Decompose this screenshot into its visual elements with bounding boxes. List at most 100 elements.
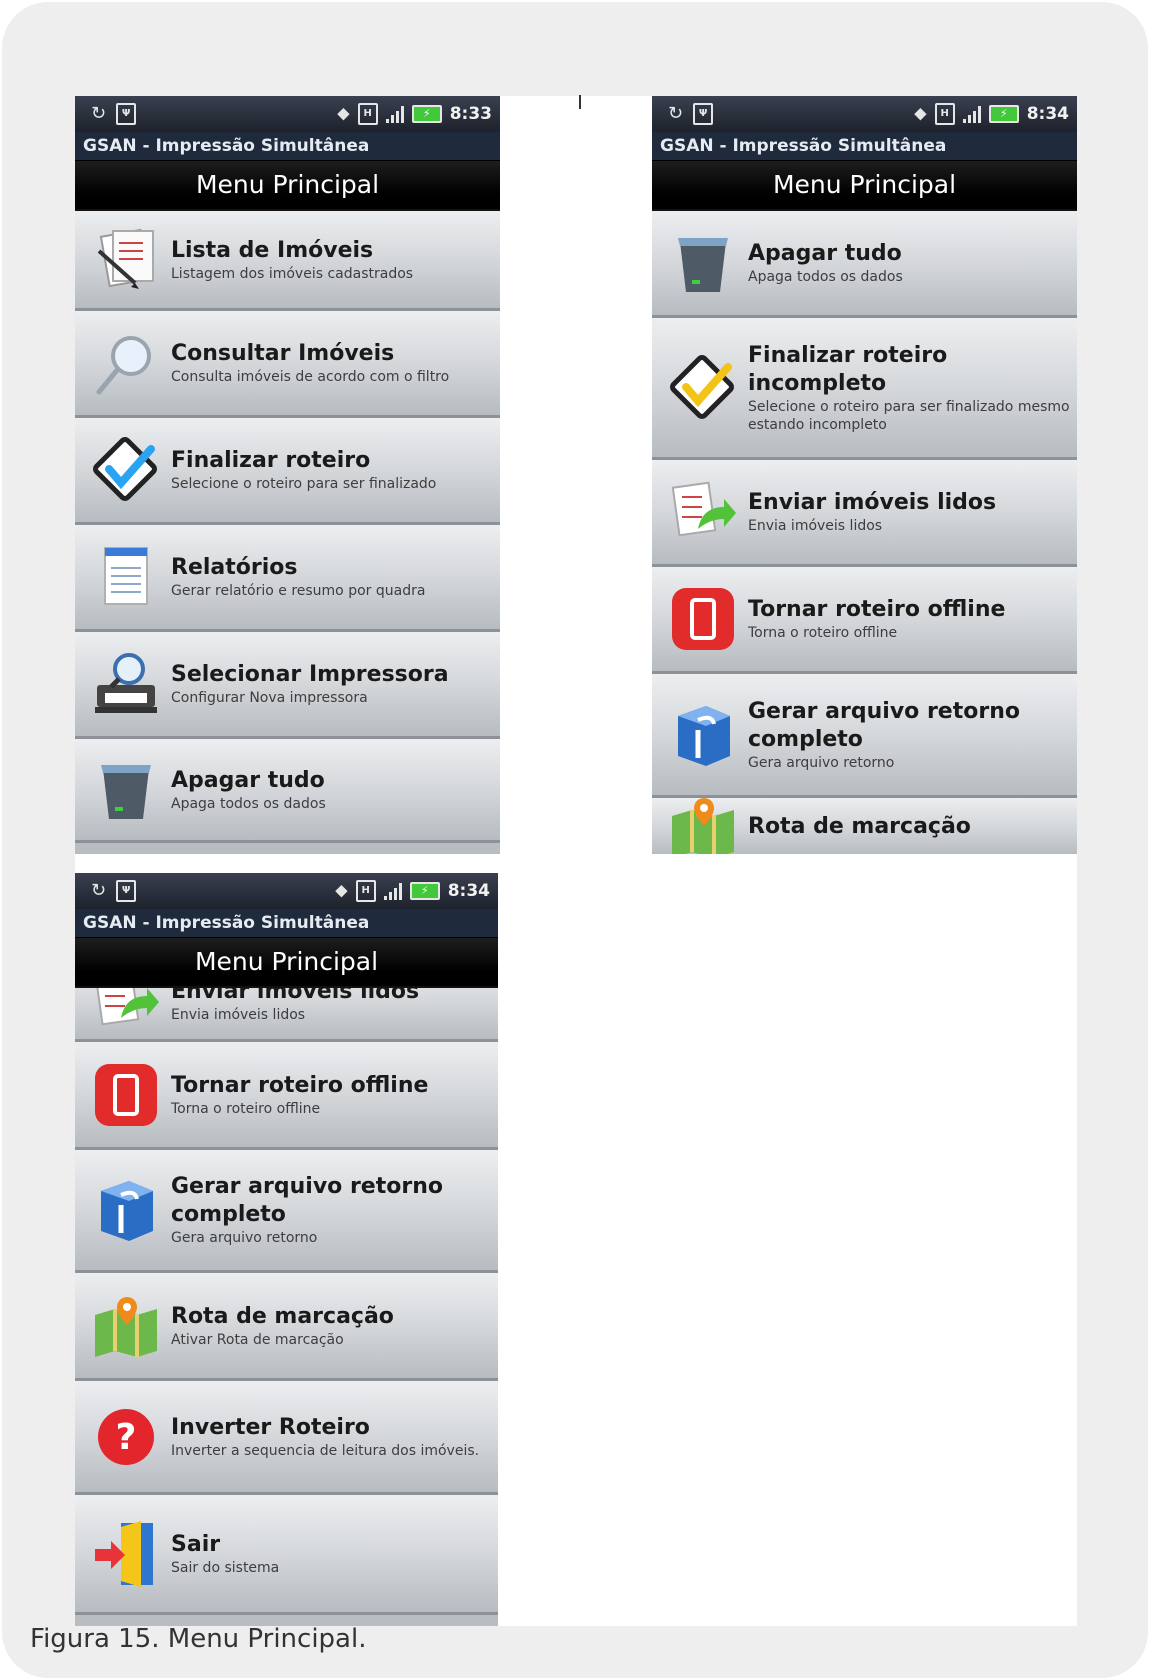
phone-screen-3: ↻ Ψ ⬥ H ⚡ 8:34 GSAN - Impressão Simultânea Menu… <box>75 873 498 1626</box>
bluetooth-icon: ⬥ <box>335 880 348 901</box>
signal-icon <box>383 882 402 900</box>
text-cursor <box>579 95 581 109</box>
menu-item[interactable]: Gerar arquivo retorno completo Gera arqui… <box>652 674 1077 798</box>
menu-item-text: Rota de marcação Ativar Rota de marcação <box>171 1303 498 1349</box>
status-bar: ↻ Ψ ⬥ H ⚡ 8:34 <box>652 96 1077 132</box>
menu-item[interactable]: Selecionar Impressora Configurar Nova imp… <box>75 632 500 739</box>
menu-list: Lista de Imóveis Listagem dos imóveis cad… <box>75 211 500 843</box>
menu-item-title: Consultar Imóveis <box>171 341 395 366</box>
menu-item-text: Tornar roteiro offline Torna o roteiro of… <box>171 1072 498 1118</box>
sync-icon: ↻ <box>668 103 684 124</box>
menu-item-subtitle: Torna o roteiro offline <box>748 625 898 641</box>
menu-item-subtitle: Apaga todos os dados <box>171 795 326 812</box>
exit-door-icon <box>87 1519 165 1589</box>
signal-icon <box>962 105 981 123</box>
menu-item[interactable]: Finalizar roteiro incompleto Selecione o … <box>652 318 1077 460</box>
app-title: GSAN - Impressão Simultânea <box>652 132 1077 161</box>
app-title: GSAN - Impressão Simultânea <box>75 909 498 938</box>
menu-item-title: Apagar tudo <box>748 241 902 266</box>
menu-item-subtitle: Gera arquivo retorno <box>748 754 895 771</box>
menu-item[interactable]: Rota de marcação <box>652 798 1077 854</box>
menu-list: Enviar imóveis lidos Envia imóveis lidos T… <box>75 962 498 1615</box>
menu-item-title: Enviar imóveis lidos <box>748 490 997 515</box>
menu-item-text: Finalizar roteiro Selecione o roteiro par… <box>171 447 500 493</box>
menu-item-title: Inverter Roteiro <box>171 1414 370 1440</box>
menu-item-subtitle: Configurar Nova impressora <box>171 690 368 706</box>
menu-item[interactable]: Lista de Imóveis Listagem dos imóveis cad… <box>75 211 500 311</box>
battery-icon: ⚡ <box>988 105 1019 123</box>
menu-item[interactable]: Sair Sair do sistema <box>75 1495 498 1615</box>
sim-icon: H <box>355 880 376 902</box>
menu-item[interactable]: Apagar tudo Apaga todos os dados <box>75 739 500 843</box>
menu-item[interactable]: Tornar roteiro offline Torna o roteiro of… <box>652 567 1077 674</box>
menu-item-subtitle: Consulta imóveis de acordo com o filtro <box>171 369 450 385</box>
menu-item[interactable]: Apagar tudo Apaga todos os dados <box>652 211 1077 318</box>
bluetooth-icon: ⬥ <box>914 103 927 124</box>
checkmark-icon <box>87 435 165 505</box>
figure-caption: Figura 15. Menu Principal. <box>30 1624 367 1654</box>
menu-item[interactable]: Tornar roteiro offline Torna o roteiro of… <box>75 1042 498 1150</box>
phone-screen-2: ↻ Ψ ⬥ H ⚡ 8:34 GSAN - Impressão Simultânea Menu… <box>652 96 1077 854</box>
menu-item-title: Sair <box>171 1531 221 1557</box>
menu-item-text: Sair Sair do sistema <box>171 1531 498 1577</box>
question-icon: ? <box>87 1402 165 1472</box>
menu-item[interactable]: Rota de marcação Ativar Rota de marcação <box>75 1273 498 1381</box>
status-clock: 8:33 <box>449 104 492 124</box>
sim-icon: H <box>357 103 378 125</box>
menu-item-title: Gerar arquivo retorno completo <box>748 698 1020 752</box>
usb-icon: Ψ <box>693 103 714 125</box>
svg-text:?: ? <box>116 1417 137 1458</box>
send-documents-icon <box>664 477 742 547</box>
menu-item-text: Inverter Roteiro Inverter a sequencia de … <box>171 1414 498 1460</box>
menu-list: Apagar tudo Apaga todos os dados Finalizar… <box>652 211 1077 854</box>
menu-item[interactable]: ? Inverter Roteiro Inverter a sequencia de… <box>75 1381 498 1495</box>
trash-bin-icon <box>87 755 165 825</box>
sim-icon: H <box>934 103 955 125</box>
menu-item-text: Apagar tudo Apaga todos os dados <box>748 240 1077 286</box>
menu-item[interactable]: Gerar arquivo retorno completo Gera arqui… <box>75 1150 498 1273</box>
menu-item-title: Rota de marcação <box>171 1303 394 1329</box>
usb-icon: Ψ <box>116 103 137 125</box>
menu-item-subtitle: Selecione o roteiro para ser finalizado … <box>748 398 1070 433</box>
trash-bin-icon <box>664 228 742 298</box>
menu-item-subtitle: Sair do sistema <box>171 1559 280 1576</box>
battery-icon: ⚡ <box>409 882 440 900</box>
magnifier-icon <box>87 328 165 398</box>
menu-item-title: Gerar arquivo retorno completo <box>171 1174 443 1227</box>
map-pin-icon <box>87 1291 165 1361</box>
menu-item-text: Apagar tudo Apaga todos os dados <box>171 767 500 813</box>
menu-item[interactable]: Finalizar roteiro Selecione o roteiro par… <box>75 418 500 525</box>
menu-item[interactable]: Consultar Imóveis Consulta imóveis de aco… <box>75 311 500 418</box>
document-list-icon <box>87 225 165 295</box>
status-clock: 8:34 <box>1026 104 1069 124</box>
menu-item-subtitle: Envia imóveis lidos <box>748 518 883 534</box>
menu-item-subtitle: Inverter a sequencia de leitura dos imóv… <box>171 1442 480 1459</box>
sync-icon: ↻ <box>91 880 107 901</box>
menu-item-text: Rota de marcação <box>748 813 1077 841</box>
bluetooth-icon: ⬥ <box>337 103 350 124</box>
status-bar: ↻ Ψ ⬥ H ⚡ 8:34 <box>75 873 498 909</box>
sync-icon: ↻ <box>91 103 107 124</box>
menu-item-subtitle: Apaga todos os dados <box>748 269 903 285</box>
menu-item-subtitle: Gera arquivo retorno <box>171 1230 318 1246</box>
printer-search-icon <box>87 649 165 719</box>
menu-item-text: Gerar arquivo retorno completo Gera arqui… <box>748 698 1077 772</box>
menu-item-text: Gerar arquivo retorno completo Gera arqui… <box>171 1173 498 1247</box>
menu-item-text: Tornar roteiro offline Torna o roteiro of… <box>748 596 1077 642</box>
menu-item-title: Finalizar roteiro <box>171 448 371 473</box>
box-arrow-icon <box>664 700 742 770</box>
checkmark-yellow-icon <box>664 353 742 423</box>
menu-item-text: Finalizar roteiro incompleto Selecione o … <box>748 342 1077 434</box>
menu-item[interactable]: Relatórios Gerar relatório e resumo por q… <box>75 525 500 632</box>
report-icon <box>87 542 165 612</box>
menu-item[interactable]: Enviar imóveis lidos Envia imóveis lidos <box>652 460 1077 567</box>
menu-header: Menu Principal <box>75 161 500 211</box>
phone-screen-1: ↻ Ψ ⬥ H ⚡ 8:33 GSAN - Impressão Simultânea Menu… <box>75 96 500 854</box>
menu-item-title: Tornar roteiro offline <box>748 597 1006 622</box>
menu-item-subtitle: Listagem dos imóveis cadastrados <box>171 265 414 282</box>
status-clock: 8:34 <box>447 881 490 901</box>
menu-item-title: Apagar tudo <box>171 767 325 793</box>
menu-item-subtitle: Envia imóveis lidos <box>171 1006 306 1023</box>
offline-phone-icon <box>664 584 742 654</box>
menu-item-title: Finalizar roteiro incompleto <box>748 342 948 396</box>
